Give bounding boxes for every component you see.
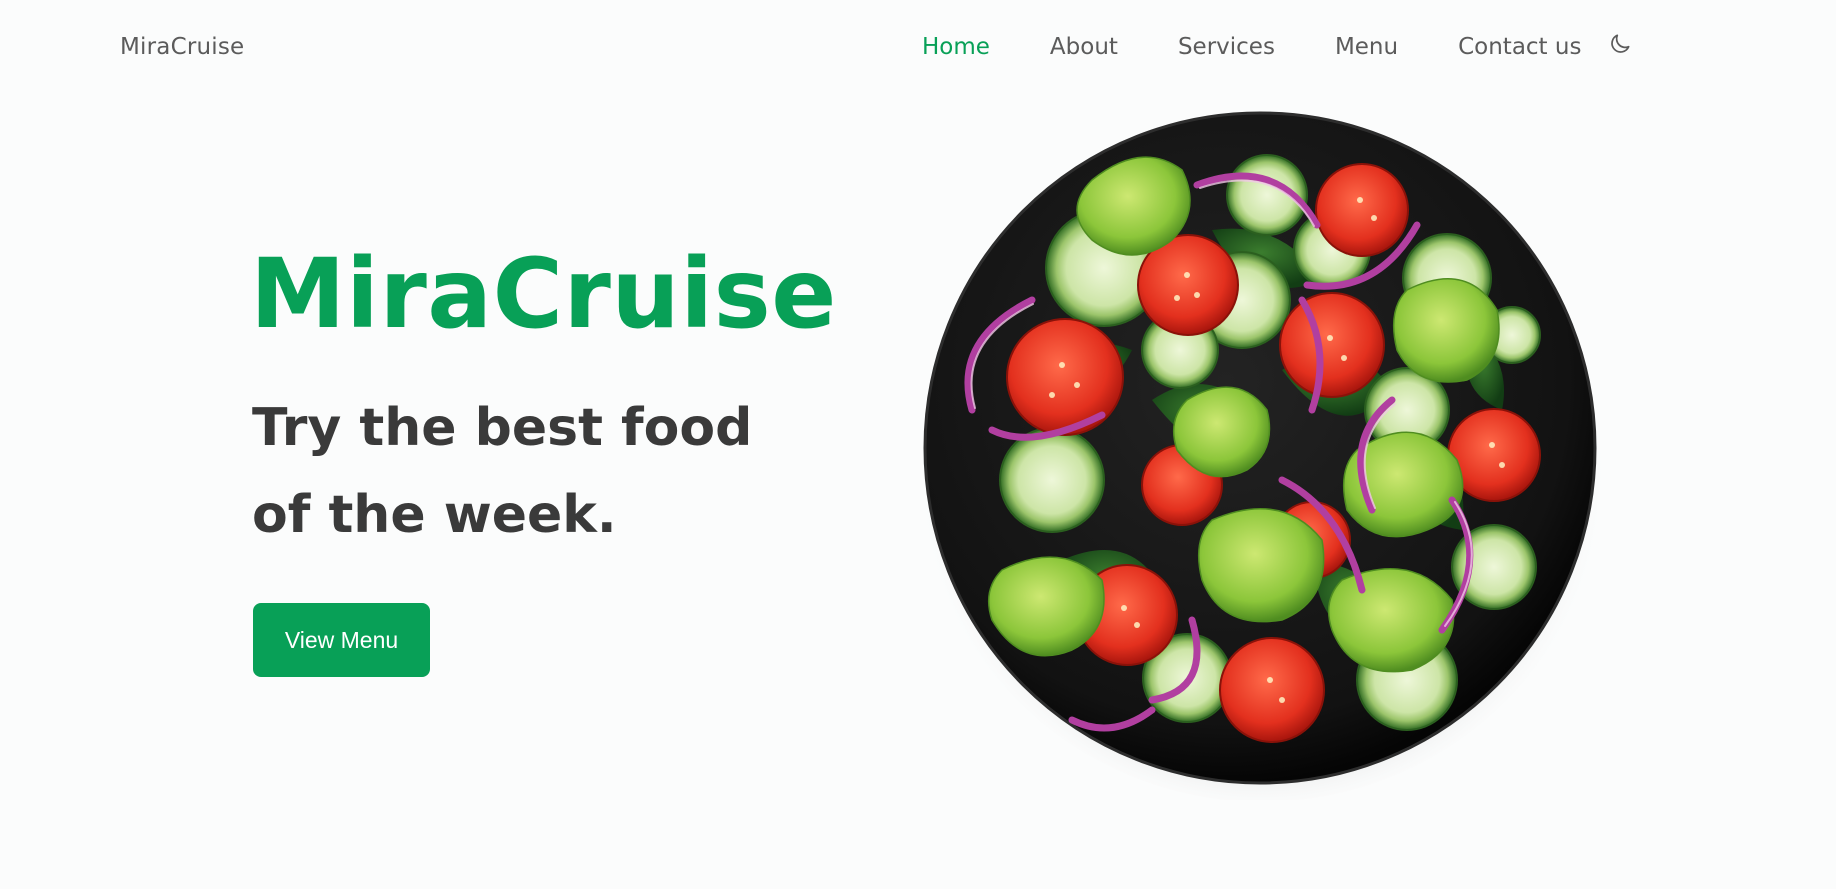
main-nav: Home About Services Menu Contact us <box>922 34 1633 60</box>
hero-title: MiraCruise <box>250 238 837 350</box>
nav-contact[interactable]: Contact us <box>1458 34 1581 60</box>
brand-logo[interactable]: MiraCruise <box>120 34 244 60</box>
moon-icon[interactable] <box>1607 31 1633 57</box>
view-menu-button[interactable]: View Menu <box>253 603 430 677</box>
page: MiraCruise Home About Services Menu Cont… <box>0 0 1836 889</box>
site-header: MiraCruise Home About Services Menu Cont… <box>0 0 1836 100</box>
hero-subtitle: Try the best food of the week. <box>252 398 753 545</box>
nav-menu[interactable]: Menu <box>1335 34 1398 60</box>
nav-about[interactable]: About <box>1050 34 1118 60</box>
nav-services[interactable]: Services <box>1178 34 1275 60</box>
nav-home[interactable]: Home <box>922 34 990 60</box>
salad-bowl-image <box>912 100 1608 802</box>
